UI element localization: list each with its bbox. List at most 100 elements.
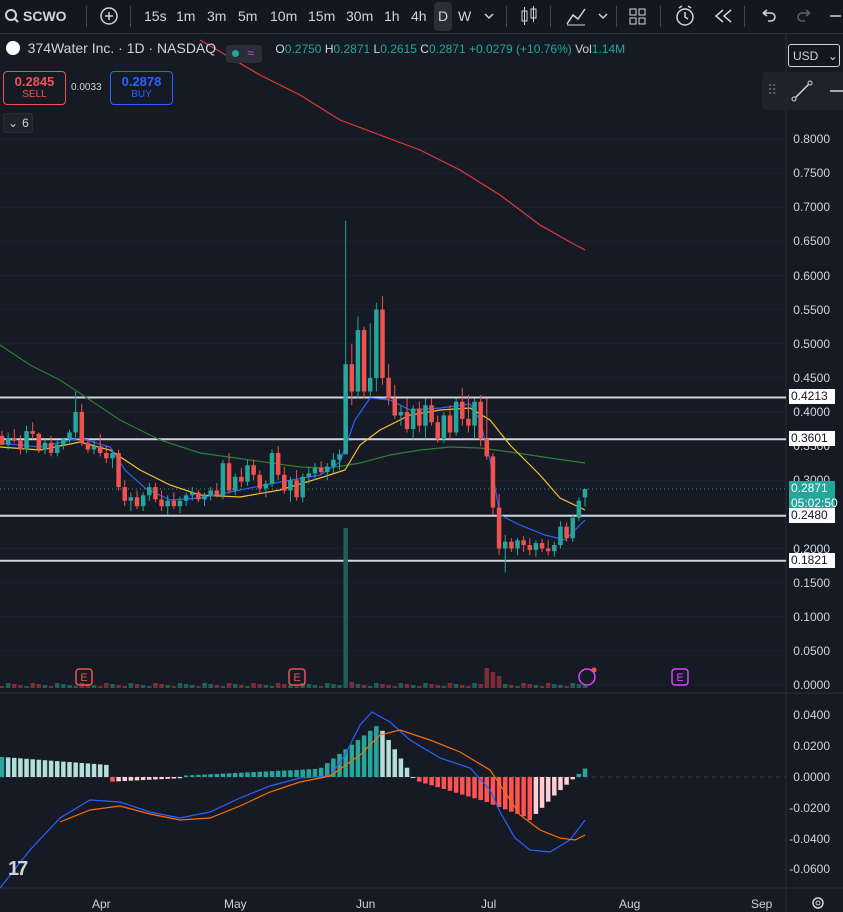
candle[interactable] — [171, 492, 177, 509]
layout-grid-icon[interactable] — [628, 0, 648, 33]
candle[interactable] — [521, 536, 526, 552]
candle[interactable] — [73, 391, 78, 438]
candle[interactable] — [42, 439, 48, 455]
candle[interactable] — [251, 459, 256, 481]
candle[interactable] — [343, 220, 348, 455]
candle[interactable] — [392, 384, 398, 419]
interval-10m[interactable]: 10m — [270, 0, 297, 33]
candle[interactable] — [423, 398, 428, 440]
tradingview-logo[interactable]: 17 — [8, 858, 28, 881]
candle[interactable] — [435, 415, 440, 443]
interval-30m[interactable]: 30m — [346, 0, 373, 33]
candle[interactable] — [147, 482, 152, 501]
macd-axis[interactable]: 0.0400 0.0200 0.0000 -0.0200 -0.0400 -0.0600 — [786, 0, 843, 912]
candle[interactable] — [349, 343, 355, 406]
candle[interactable] — [527, 538, 533, 556]
earnings-marker[interactable]: E — [288, 668, 306, 686]
indicators-icon[interactable] — [564, 0, 588, 33]
candle[interactable] — [294, 470, 299, 501]
candle[interactable] — [300, 473, 305, 503]
candle[interactable] — [312, 463, 318, 481]
symbol-search-button[interactable]: SCWO — [23, 0, 67, 33]
candle[interactable] — [30, 422, 35, 440]
candle[interactable] — [61, 437, 66, 450]
drag-handle-icon[interactable]: ⠿ — [767, 82, 777, 99]
interval-1m[interactable]: 1m — [176, 0, 195, 33]
candle[interactable] — [232, 473, 238, 496]
candle[interactable] — [466, 394, 471, 433]
interval-4h[interactable]: 4h — [411, 0, 427, 33]
candle[interactable] — [386, 364, 391, 406]
candle[interactable] — [257, 470, 262, 494]
search-icon[interactable] — [4, 0, 20, 33]
candle[interactable] — [24, 425, 29, 453]
price-chart[interactable]: EEE — [0, 33, 843, 912]
candle[interactable] — [533, 540, 539, 557]
buy-button[interactable]: 0.2878 BUY — [110, 71, 173, 105]
candle[interactable] — [140, 492, 146, 511]
earnings-marker[interactable]: E — [75, 668, 93, 686]
candle[interactable] — [12, 429, 17, 443]
candle[interactable] — [159, 490, 164, 511]
candle[interactable] — [564, 522, 569, 542]
candle[interactable] — [515, 538, 520, 556]
interval-w[interactable]: W — [458, 0, 471, 33]
candle[interactable] — [18, 435, 23, 455]
chevron-down-icon[interactable] — [482, 0, 496, 33]
candle[interactable] — [153, 482, 158, 503]
candle[interactable] — [0, 431, 5, 445]
candle[interactable] — [331, 452, 336, 474]
candle[interactable] — [539, 538, 545, 552]
candle[interactable] — [576, 497, 582, 522]
candle[interactable] — [441, 412, 447, 443]
add-symbol-icon[interactable] — [98, 0, 120, 33]
candle[interactable] — [116, 449, 121, 491]
interval-d[interactable]: D — [434, 2, 452, 31]
interval-5m[interactable]: 5m — [238, 0, 257, 33]
candle[interactable] — [447, 405, 453, 440]
candle[interactable] — [460, 388, 465, 426]
symbol-title[interactable]: 374Water Inc. · 1D · NASDAQ — [28, 40, 217, 56]
candle[interactable] — [404, 398, 410, 433]
ma-mid-line[interactable] — [0, 407, 586, 511]
candle[interactable] — [558, 521, 563, 549]
ma-long-line[interactable] — [199, 39, 586, 251]
candle[interactable] — [355, 316, 361, 399]
interval-15s[interactable]: 15s — [144, 0, 167, 33]
candle[interactable] — [122, 480, 127, 507]
interval-3m[interactable]: 3m — [207, 0, 226, 33]
candle[interactable] — [183, 492, 189, 507]
dividend-flash-icon[interactable] — [578, 667, 597, 686]
candle[interactable] — [282, 466, 287, 494]
candle[interactable] — [288, 476, 293, 503]
candle[interactable] — [361, 326, 367, 399]
candle[interactable] — [545, 540, 551, 556]
candle[interactable] — [398, 405, 404, 426]
candle[interactable] — [490, 452, 496, 515]
upcoming-earnings-marker[interactable]: E — [671, 668, 689, 686]
candle[interactable] — [196, 489, 201, 503]
chevron-down-icon[interactable] — [596, 0, 610, 33]
candle[interactable] — [582, 489, 588, 507]
candle[interactable] — [478, 394, 483, 447]
candle[interactable] — [472, 398, 477, 440]
candle[interactable] — [226, 452, 232, 494]
candle[interactable] — [214, 482, 220, 498]
candles-icon[interactable] — [518, 0, 540, 33]
replay-icon[interactable] — [712, 0, 734, 33]
alert-clock-icon[interactable] — [674, 0, 696, 33]
candle[interactable] — [552, 541, 557, 557]
sell-button[interactable]: 0.2845 SELL — [3, 71, 66, 105]
candle[interactable] — [245, 459, 250, 486]
indicators-collapse-button[interactable]: ⌄ 6 — [3, 113, 33, 133]
market-status-badge[interactable]: ≈ — [225, 45, 262, 63]
candle[interactable] — [269, 449, 275, 488]
candle[interactable] — [128, 492, 134, 511]
candle[interactable] — [453, 398, 459, 436]
candle[interactable] — [275, 446, 281, 481]
candle[interactable] — [325, 463, 330, 481]
candle[interactable] — [79, 403, 85, 447]
candle[interactable] — [502, 534, 508, 573]
candle[interactable] — [410, 405, 416, 440]
settings-gear-icon[interactable] — [810, 895, 826, 911]
